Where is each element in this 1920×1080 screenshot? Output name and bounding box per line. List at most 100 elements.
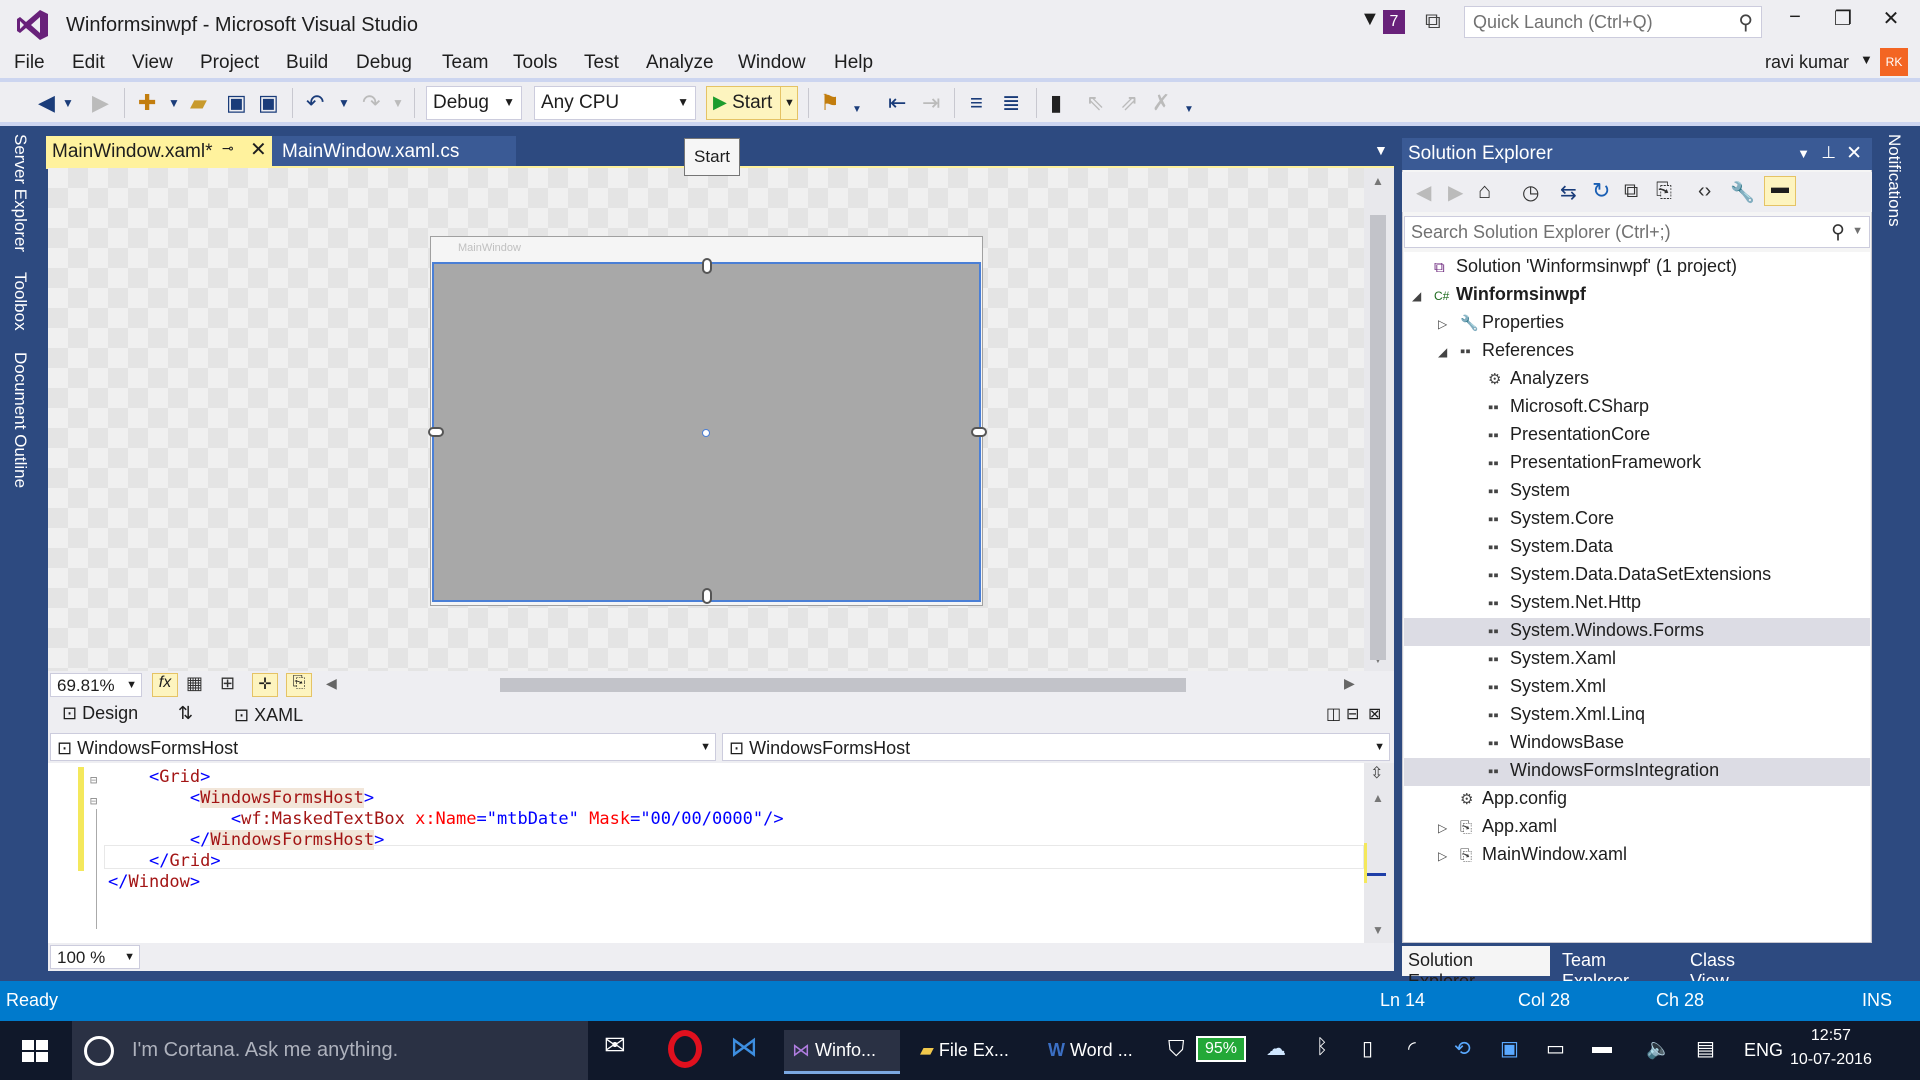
windows-forms-host-control[interactable] [428,258,987,604]
wifi-icon[interactable]: ◜ [1408,1036,1416,1080]
network-adapter-icon[interactable]: ▣ [1500,1036,1519,1080]
feedback-icon[interactable]: ⧉ [1425,8,1441,34]
scroll-left-icon[interactable]: ◀ [326,675,337,692]
menu-file[interactable]: File [14,52,45,74]
horizontal-split-icon[interactable]: ⊟ [1346,704,1359,724]
refresh-icon[interactable]: ↻ [1592,178,1610,204]
visual-studio-icon[interactable]: ⋈ [730,1030,758,1074]
tree-item[interactable]: ▪▪ System.Core [1466,508,1614,529]
bluetooth-icon[interactable]: ᛒ [1316,1036,1328,1080]
menu-view[interactable]: View [132,52,173,74]
back-icon[interactable]: ◀ [1416,180,1431,205]
editor-zoom-select[interactable]: 100 % ▼ [50,945,140,969]
open-folder-icon[interactable]: ▰ [190,90,207,116]
chevron-down-icon[interactable]: ▼ [338,96,350,110]
restore-button[interactable]: ❐ [1820,6,1866,36]
tree-item[interactable]: ▪▪ System.Xaml [1466,648,1616,669]
tree-item[interactable]: ▪▪ System.Windows.Forms [1466,620,1704,641]
tab-mainwindow-xaml-cs[interactable]: MainWindow.xaml.cs [272,136,516,166]
notification-flag-icon[interactable]: ▼ [1360,8,1380,31]
pending-changes-filter-icon[interactable]: ◷ [1522,180,1539,205]
formula-icon[interactable]: fx [152,673,178,697]
scroll-down-icon[interactable]: ▼ [1372,923,1384,937]
volume-icon[interactable]: 🔈 [1646,1036,1671,1080]
taskbar-app-file-explorer[interactable]: ▰ File Ex... [914,1030,1030,1074]
windows-start-icon[interactable] [22,1040,48,1062]
opera-icon[interactable] [668,1030,702,1068]
panel-menu-chevron-icon[interactable]: ▼ [1797,146,1810,161]
cortana-search-box[interactable]: I'm Cortana. Ask me anything. [72,1021,588,1080]
collapse-arrow-icon[interactable]: ◢ [1412,289,1434,303]
tab-solution-explorer[interactable]: Solution Explorer [1402,946,1550,991]
chevron-down-icon[interactable]: ▼ [62,96,74,110]
visual-studio-logo-icon[interactable] [16,8,50,42]
server-explorer-tab[interactable]: Server Explorer [10,134,30,252]
save-all-icon[interactable]: ▣ [258,90,279,116]
collapse-all-icon[interactable]: ⧉ [1624,180,1638,203]
uncomment-lines-icon[interactable]: ≣ [1002,90,1020,116]
mail-icon[interactable]: ✉ [604,1030,626,1074]
designer-horizontal-scrollbar-thumb[interactable] [500,678,1186,692]
notification-count-badge[interactable]: 7 [1383,10,1405,34]
tree-item[interactable]: ▪▪ PresentationFramework [1466,452,1701,473]
comment-lines-icon[interactable]: ≡ [970,90,983,116]
menu-build[interactable]: Build [286,52,328,74]
snap-to-snaplines-icon[interactable]: ✛ [252,673,278,697]
solution-explorer-search-input[interactable]: Search Solution Explorer (Ctrl+;) ⚲ ▼ [1404,216,1870,248]
clock[interactable]: 12:57 10-07-2016 [1790,1024,1872,1072]
collapse-grid-icon[interactable]: ⊟ [90,773,97,787]
scrollbar-thumb[interactable] [1370,215,1386,660]
solution-platform-select[interactable]: Any CPU ▼ [534,86,696,120]
tree-item[interactable]: ▪▪ PresentationCore [1466,424,1650,445]
navigate-forward-icon[interactable]: ▶ [92,90,109,116]
cortana-icon[interactable] [84,1036,114,1066]
new-project-icon[interactable]: ✚ [138,90,156,116]
display-icon[interactable]: ▭ [1546,1036,1565,1080]
grid-lines-icon[interactable]: ▦ [186,673,203,694]
menu-team[interactable]: Team [442,52,488,74]
toolbar-overflow-icon[interactable]: ▼ [1184,104,1194,115]
tab-team-explorer[interactable]: Team Explorer [1556,946,1684,991]
collapse-pane-icon[interactable]: ⊠ [1368,704,1381,724]
tree-item[interactable]: ⚙ Analyzers [1466,368,1589,389]
chevron-down-icon[interactable]: ▼ [392,96,404,110]
navigate-back-icon[interactable]: ◀ [38,90,55,116]
pin-icon[interactable]: ⊸ [222,140,234,157]
previous-bookmark-icon[interactable]: ⇖ [1086,90,1104,116]
menu-window[interactable]: Window [738,52,806,74]
scroll-up-icon[interactable]: ▲ [1372,791,1384,805]
show-all-files-icon[interactable]: ⎘ [1656,180,1672,203]
menu-test[interactable]: Test [584,52,619,74]
scroll-up-icon[interactable]: ▲ [1372,174,1384,188]
top-anchor-icon[interactable] [702,258,712,274]
tree-item[interactable]: ⧉ Solution 'Winformsinwpf' (1 project) [1412,256,1737,277]
preview-selected-items-icon[interactable]: ▬ [1764,176,1796,206]
vertical-split-icon[interactable]: ◫ [1326,704,1341,724]
sync-with-document-icon[interactable]: ⇆ [1560,180,1577,205]
right-anchor-icon[interactable] [971,427,987,437]
notifications-tab[interactable]: Notifications [1884,134,1904,227]
tab-overflow-chevron-icon[interactable]: ▼ [1374,142,1388,158]
tree-item[interactable]: ▷ 🔧 Properties [1438,312,1564,333]
properties-wrench-icon[interactable]: 🔧 [1730,180,1755,205]
tree-item[interactable]: ▪▪ System.Xml.Linq [1466,704,1645,725]
save-icon[interactable]: ▣ [226,90,247,116]
xaml-code-editor[interactable]: ⊟ ⊟ <Grid> <WindowsFormsHost> <wf:Masked… [48,763,1364,943]
tree-item[interactable]: ▪▪ System.Data [1466,536,1613,557]
document-outline-tab[interactable]: Document Outline [10,352,30,488]
action-center-icon[interactable]: ▤ [1696,1036,1715,1080]
xaml-view-tab[interactable]: ⊡ XAML [234,705,303,726]
chevron-down-icon[interactable]: ▼ [168,96,180,110]
tree-item[interactable]: ▪▪ System.Net.Http [1466,592,1641,613]
usb-drive-icon[interactable]: ▯ [1362,1036,1373,1080]
editor-vertical-scrollbar[interactable]: ⇳ ▲ ▼ [1364,763,1394,943]
tree-item[interactable]: ▪▪ System.Xml [1466,676,1606,697]
battery-icon[interactable]: ▬ [1592,1036,1612,1080]
pin-icon[interactable]: ⊥ [1821,143,1836,163]
swap-panes-icon[interactable]: ⇅ [178,703,193,724]
tree-item[interactable]: ⚙ App.config [1438,788,1567,809]
battery-indicator[interactable]: 95% [1196,1036,1246,1062]
taskbar-app-word[interactable]: W Word ... [1042,1030,1158,1074]
find-in-files-icon[interactable]: ⚑ [820,90,840,116]
start-dropdown-button[interactable]: ▼ [780,86,798,120]
